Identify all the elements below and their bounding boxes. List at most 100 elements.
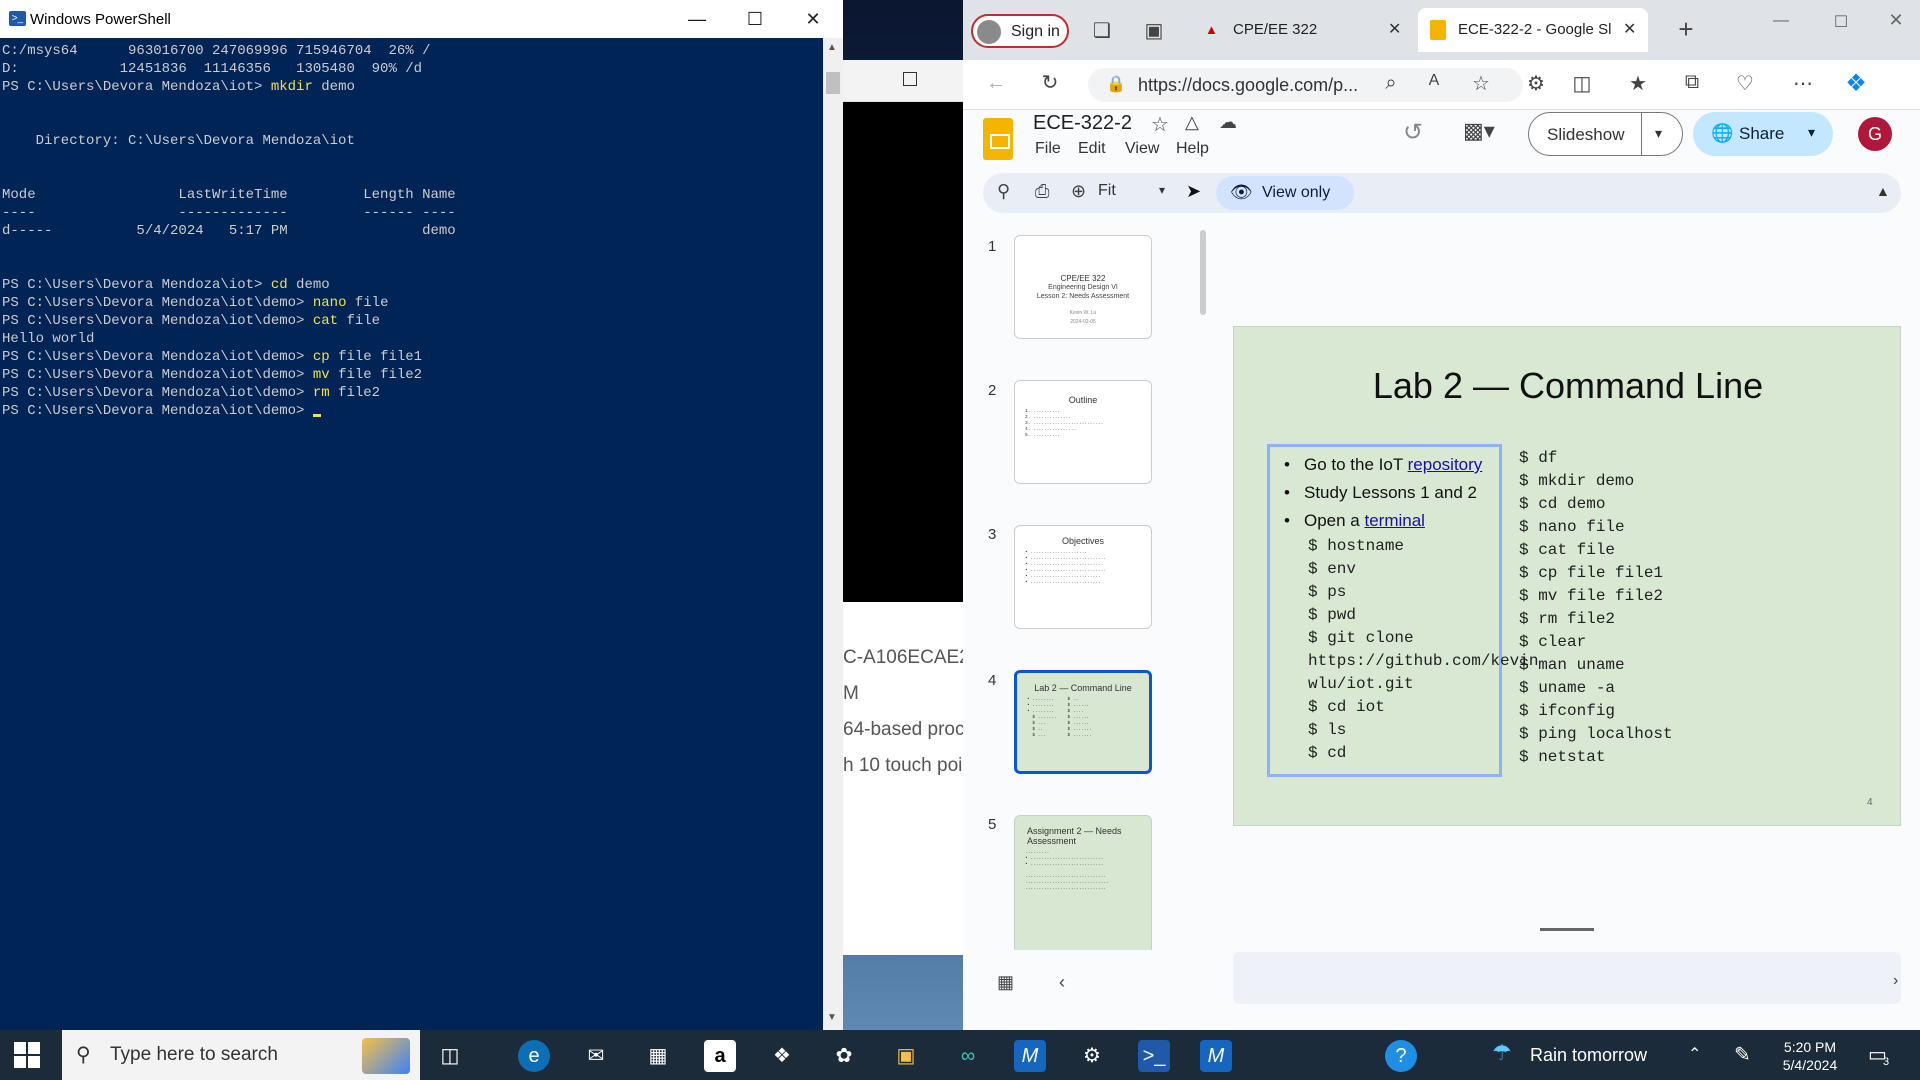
cloud-status-icon[interactable]: ☁ (1219, 112, 1237, 133)
taskbar-clock[interactable]: 5:20 PM 5/4/2024 (1770, 1038, 1850, 1074)
lock-icon[interactable]: 🔒 (1106, 74, 1126, 94)
terminal-scrollbar[interactable]: ▲ ▼ (823, 38, 843, 1030)
maximize-button[interactable]: ☐ (1826, 12, 1856, 32)
slide-filmstrip[interactable]: 1 CPE/EE 322 Engineering Design VI Lesso… (963, 230, 1193, 950)
tab-cpe-ee-322[interactable]: ▲ CPE/EE 322 ✕ (1193, 8, 1413, 52)
meet-camera-icon[interactable]: ▩▾ (1463, 118, 1495, 144)
mathcad-icon[interactable]: M (1014, 1040, 1046, 1072)
slide-thumbnail-1[interactable]: CPE/EE 322 Engineering Design VI Lesson … (1014, 235, 1152, 339)
chevron-down-icon[interactable]: ▾ (1808, 124, 1815, 141)
zoom-in-icon[interactable]: ⊕ (1071, 181, 1086, 202)
sign-in-button[interactable]: Sign in (971, 14, 1069, 48)
terminal-output[interactable]: C:/msys64 963016700 247069996 715946704 … (2, 42, 820, 1027)
weather-text[interactable]: Rain tomorrow (1530, 1045, 1647, 1066)
slides-logo-icon[interactable] (983, 118, 1013, 160)
mathcad-icon-2[interactable]: M (1200, 1040, 1232, 1072)
paint-icon[interactable]: ✿ (828, 1040, 860, 1072)
browser-essentials-icon[interactable]: ♡ (1730, 71, 1760, 96)
zoom-icon[interactable]: ⌕ (1376, 72, 1406, 95)
grid-view-icon[interactable]: ▦ (997, 972, 1014, 993)
filmstrip-scrollbar[interactable] (1200, 230, 1206, 315)
settings-gear-icon[interactable]: ⚙ (1076, 1040, 1108, 1072)
powershell-taskbar-icon[interactable]: >_ (1138, 1040, 1170, 1072)
refresh-icon[interactable]: ↻ (1035, 70, 1065, 95)
menu-file[interactable]: File (1035, 140, 1061, 158)
repository-link[interactable]: repository (1408, 455, 1483, 474)
workspaces-icon[interactable]: ❏ (1087, 18, 1117, 43)
pen-icon[interactable]: ✎ (1734, 1042, 1751, 1067)
collapse-filmstrip-icon[interactable]: ‹ (1059, 972, 1065, 993)
mail-icon[interactable]: ✉ (580, 1040, 612, 1072)
print-icon[interactable]: ⎙ (1035, 181, 1049, 202)
slide-thumbnail-3[interactable]: Objectives • ..................... • ...… (1014, 525, 1152, 629)
background-window[interactable]: C-A106ECAE278 M 64-based proce h 10 touch p… (843, 60, 963, 955)
scrollbar-thumb[interactable] (826, 72, 840, 94)
chevron-down-icon[interactable]: ▾ (1655, 125, 1662, 142)
minimize-button[interactable]: — (668, 0, 726, 38)
chevron-down-icon[interactable]: ▾ (1159, 183, 1165, 197)
chevron-up-icon[interactable]: ▲ (1876, 183, 1890, 199)
close-tab-icon[interactable]: ✕ (1623, 19, 1636, 39)
menu-edit[interactable]: Edit (1078, 140, 1106, 158)
slide-number: 3 (988, 526, 997, 543)
dropbox-icon[interactable]: ❖ (766, 1040, 798, 1072)
task-view-icon[interactable]: ◫ (434, 1040, 466, 1072)
search-icon[interactable]: ⚲ (997, 181, 1010, 202)
minimize-button[interactable]: — (1766, 12, 1796, 30)
split-screen-icon[interactable]: ◫ (1567, 71, 1597, 96)
view-only-button[interactable]: 👁 View only (1216, 176, 1354, 210)
slide-thumbnail-2[interactable]: Outline 1. .......... 2. .............. … (1014, 380, 1152, 484)
windows-start-icon[interactable] (14, 1042, 40, 1068)
powershell-titlebar[interactable]: >_ Windows PowerShell — ☐ ✕ (0, 0, 843, 38)
extensions-icon[interactable]: ⚙ (1521, 71, 1551, 96)
arduino-icon[interactable]: ∞ (952, 1040, 984, 1072)
close-tab-icon[interactable]: ✕ (1388, 19, 1401, 39)
help-icon[interactable]: ? (1385, 1040, 1417, 1072)
browser-window[interactable]: Sign in ❏ ▣ ▲ CPE/EE 322 ✕ ECE-322-2 - G… (963, 0, 1920, 1030)
taskbar-search-box[interactable]: ⚲ Type here to search (62, 1030, 420, 1080)
new-tab-icon[interactable]: + (1671, 14, 1701, 45)
command-line: $ env (1308, 560, 1357, 578)
slide-thumbnail-5[interactable]: Assignment 2 — Needs Assessment ........… (1014, 815, 1152, 950)
chevron-up-icon[interactable]: ⌃ (1688, 1044, 1701, 1064)
file-explorer-icon[interactable]: ▣ (890, 1040, 922, 1072)
terminal-line: PS C:\Users\Devora Mendoza\iot\demo> (2, 402, 820, 420)
amazon-icon[interactable]: a (704, 1040, 736, 1072)
menu-view[interactable]: View (1125, 140, 1159, 158)
version-history-icon[interactable]: ↺ (1403, 118, 1423, 147)
star-icon[interactable]: ☆ (1151, 112, 1169, 137)
move-folder-icon[interactable]: △ (1185, 112, 1199, 133)
background-window-titlebar[interactable] (843, 60, 963, 102)
collections-icon[interactable]: ⧉ (1677, 71, 1707, 94)
edge-icon[interactable]: e (518, 1040, 550, 1072)
back-arrow-icon[interactable]: ← (981, 72, 1011, 95)
scroll-down-icon[interactable]: ▼ (827, 1012, 837, 1023)
zoom-select[interactable]: Fit (1098, 182, 1116, 200)
favorites-icon[interactable]: ★ (1623, 71, 1653, 96)
terminal-link[interactable]: terminal (1365, 511, 1425, 530)
select-cursor-icon[interactable]: ➤ (1186, 181, 1201, 202)
close-button[interactable]: ✕ (1881, 10, 1911, 31)
scroll-up-icon[interactable]: ▲ (827, 42, 837, 53)
read-aloud-icon[interactable]: A (1419, 72, 1449, 90)
store-icon[interactable]: ▦ (642, 1040, 674, 1072)
tab-google-slides[interactable]: ECE-322-2 - Google Sl ✕ (1418, 8, 1648, 52)
tab-actions-icon[interactable]: ▣ (1139, 18, 1169, 43)
copilot-icon[interactable]: ❖ (1841, 69, 1871, 98)
more-menu-icon[interactable]: ⋯ (1788, 71, 1818, 96)
menu-help[interactable]: Help (1176, 140, 1209, 158)
maximize-icon[interactable] (903, 72, 917, 86)
share-button[interactable]: 🌐 Share ▾ (1693, 112, 1833, 156)
notes-resize-handle[interactable] (1540, 928, 1594, 931)
speaker-notes[interactable] (1233, 952, 1901, 1004)
account-avatar[interactable]: G (1858, 117, 1892, 151)
maximize-button[interactable]: ☐ (726, 0, 784, 38)
slideshow-button[interactable]: Slideshow ▾ (1528, 112, 1683, 156)
powershell-window[interactable]: >_ Windows PowerShell — ☐ ✕ C:/msys64 96… (0, 0, 843, 1030)
document-title[interactable]: ECE-322-2 (1033, 112, 1132, 135)
side-panel-toggle-icon[interactable]: › (1893, 972, 1898, 990)
address-bar[interactable]: 🔒 https://docs.google.com/p... (1088, 68, 1523, 102)
slide-thumbnail-4[interactable]: Lab 2 — Command Line • ........ $ .. • .… (1014, 670, 1152, 774)
favorite-star-icon[interactable]: ☆ (1466, 71, 1496, 96)
close-button[interactable]: ✕ (784, 0, 842, 38)
